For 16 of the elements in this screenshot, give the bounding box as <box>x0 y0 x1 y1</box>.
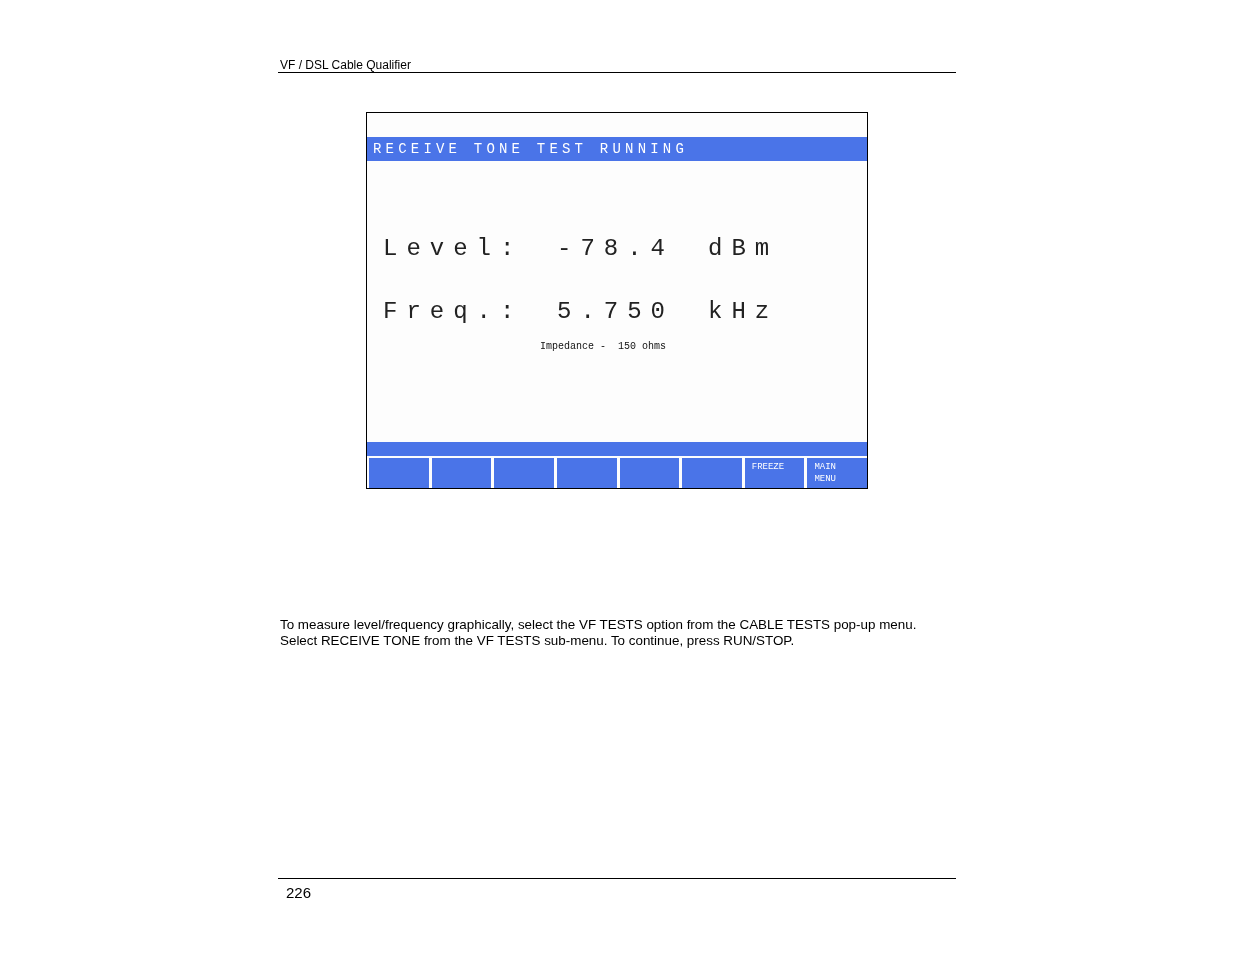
impedance-note: Impedance - 150 ohms <box>540 341 667 352</box>
screen-title: RECEIVE TONE TEST RUNNING <box>373 141 689 157</box>
running-header: VF / DSL Cable Qualifier <box>280 58 411 72</box>
softkey[interactable] <box>431 458 492 488</box>
softkey[interactable]: FREEZE <box>744 458 805 488</box>
softkey[interactable] <box>619 458 680 488</box>
reading-unit: kHz <box>708 298 779 325</box>
reading-unit: dBm <box>708 235 779 262</box>
reading-value: -78.4 <box>557 235 674 262</box>
reading-label: Freq.: <box>383 298 524 325</box>
body-text: Select RECEIVE TONE from the VF TESTS sub-menu. To continue, press RUN/STOP. <box>279 633 796 649</box>
reading-value: 5.750 <box>557 298 674 325</box>
body-text: To measure level/frequency graphically, select the VF TESTS option from the CABLE TESTS pop-up menu. <box>279 617 918 633</box>
page-number: 226 <box>286 884 312 901</box>
reading-label: Level: <box>383 235 524 262</box>
softkey[interactable]: MAIN MENU <box>807 458 867 488</box>
